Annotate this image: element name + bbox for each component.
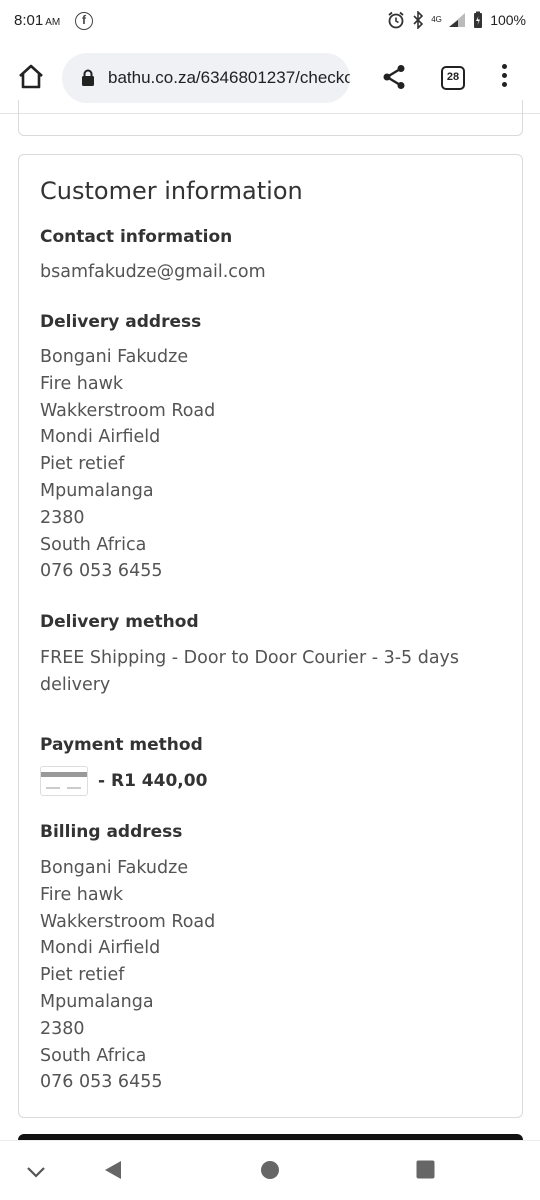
alarm-icon <box>388 11 404 29</box>
address-line: Piet retief <box>40 454 125 475</box>
address-line: Mondi Airfield <box>40 938 161 959</box>
credit-card-icon <box>40 766 88 796</box>
home-icon <box>19 64 43 89</box>
battery-icon <box>474 11 483 28</box>
home-button[interactable] <box>16 62 46 92</box>
back-button[interactable] <box>104 1160 122 1185</box>
previous-card-edge <box>18 100 523 136</box>
delivery-address-heading: Delivery address <box>40 312 202 332</box>
network-type: 4G <box>431 15 442 24</box>
address-line: Fire hawk <box>40 373 124 394</box>
address-line: Fire hawk <box>40 884 124 905</box>
payment-method-heading: Payment method <box>40 735 203 755</box>
status-time-value: 8:01 <box>14 12 44 29</box>
collapse-button[interactable] <box>26 1165 46 1183</box>
address-line: South Africa <box>40 534 147 555</box>
delivery-method-line: delivery <box>40 674 111 695</box>
recents-square-icon <box>416 1160 435 1179</box>
address-line: Wakkerstroom Road <box>40 400 216 421</box>
payment-method-row: - R1 440,00 <box>40 766 207 796</box>
share-button[interactable] <box>382 64 406 95</box>
delivery-method: FREE Shipping - Door to Door Courier - 3… <box>40 645 459 699</box>
contact-heading: Contact information <box>40 227 233 247</box>
address-line: Mondi Airfield <box>40 427 161 448</box>
status-time-ampm: AM <box>45 17 61 28</box>
home-nav-button[interactable] <box>260 1160 280 1185</box>
billing-address: Bongani Fakudze Fire hawk Wakkerstroom R… <box>40 855 215 1096</box>
chevron-down-icon <box>27 1167 45 1178</box>
customer-information-card: Customer information Contact information… <box>18 154 523 1118</box>
address-line: 2380 <box>40 507 85 528</box>
status-time: 8:01 AM <box>14 12 60 29</box>
delivery-method-heading: Delivery method <box>40 612 199 632</box>
address-line: Bongani Fakudze <box>40 347 189 367</box>
address-line: Piet retief <box>40 965 125 986</box>
tab-switcher-button[interactable]: 28 <box>441 66 465 90</box>
status-icons: 4G 100% <box>387 11 526 29</box>
payment-amount: - R1 440,00 <box>98 771 208 791</box>
back-triangle-icon <box>105 1161 121 1179</box>
address-line: South Africa <box>40 1045 147 1066</box>
address-line: 076 053 6455 <box>40 561 163 582</box>
address-line: 076 053 6455 <box>40 1072 163 1093</box>
battery-level: 100% <box>490 12 526 28</box>
share-icon <box>383 65 405 89</box>
bluetooth-icon <box>413 11 424 29</box>
address-line: Bongani Fakudze <box>40 858 189 878</box>
recents-button[interactable] <box>416 1160 435 1184</box>
url-text: bathu.co.za/6346801237/checkouts <box>108 68 350 87</box>
address-line: Mpumalanga <box>40 991 154 1012</box>
facebook-notification-icon: f <box>75 12 93 30</box>
signal-icon <box>449 13 466 27</box>
billing-address-heading: Billing address <box>40 822 183 842</box>
address-line: Mpumalanga <box>40 480 154 501</box>
delivery-address: Bongani Fakudze Fire hawk Wakkerstroom R… <box>40 344 215 585</box>
contact-email-value: bsamfakudze@gmail.com <box>40 262 266 282</box>
status-bar: 8:01 AM f 4G 100% <box>0 0 540 42</box>
contact-email: bsamfakudze@gmail.com <box>40 259 266 286</box>
system-navigation-bar <box>0 1140 540 1200</box>
address-line: 2380 <box>40 1018 85 1039</box>
card-title: Customer information <box>40 177 303 205</box>
address-line: Wakkerstroom Road <box>40 911 216 932</box>
delivery-method-line: FREE Shipping - Door to Door Courier - 3… <box>40 648 460 668</box>
home-circle-icon <box>261 1161 279 1179</box>
lock-icon <box>82 69 94 86</box>
address-bar[interactable]: bathu.co.za/6346801237/checkouts <box>62 53 350 103</box>
overflow-menu-button[interactable] <box>498 64 510 92</box>
